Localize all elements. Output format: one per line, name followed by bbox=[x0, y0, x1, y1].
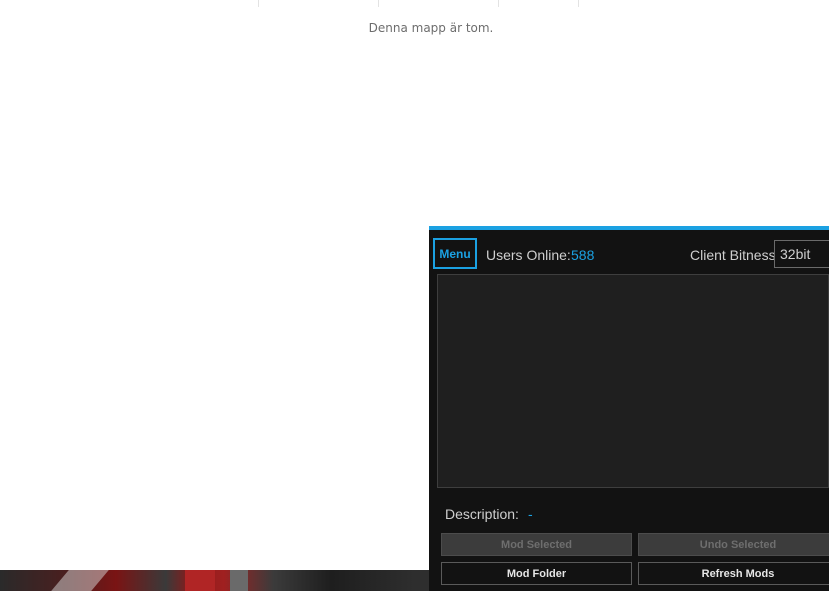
column-separator[interactable] bbox=[378, 0, 379, 7]
description-label: Description: bbox=[445, 506, 519, 522]
undo-selected-button[interactable]: Undo Selected bbox=[638, 533, 829, 556]
column-separator[interactable] bbox=[578, 0, 579, 7]
menu-button[interactable]: Menu bbox=[433, 238, 477, 269]
users-online-count: 588 bbox=[571, 247, 595, 263]
mod-folder-button[interactable]: Mod Folder bbox=[441, 562, 632, 585]
wallpaper-streak bbox=[230, 570, 248, 591]
client-bitness-label: Client Bitness bbox=[690, 247, 776, 263]
empty-folder-message: Denna mapp är tom. bbox=[368, 21, 494, 35]
users-online-label: Users Online: bbox=[486, 247, 571, 263]
mod-selected-button[interactable]: Mod Selected bbox=[441, 533, 632, 556]
mod-tool-window: Menu Users Online: 588 Client Bitness 32… bbox=[429, 226, 829, 591]
column-separator[interactable] bbox=[258, 0, 259, 7]
screen: Denna mapp är tom. Menu Users Online: 58… bbox=[0, 0, 829, 591]
column-separator[interactable] bbox=[498, 0, 499, 7]
refresh-mods-button[interactable]: Refresh Mods bbox=[638, 562, 829, 585]
mod-list[interactable] bbox=[437, 274, 829, 488]
client-bitness-select[interactable]: 32bit bbox=[774, 240, 829, 268]
wallpaper-streak bbox=[51, 570, 109, 591]
description-value: - bbox=[528, 506, 533, 522]
wallpaper-streak bbox=[185, 570, 215, 591]
